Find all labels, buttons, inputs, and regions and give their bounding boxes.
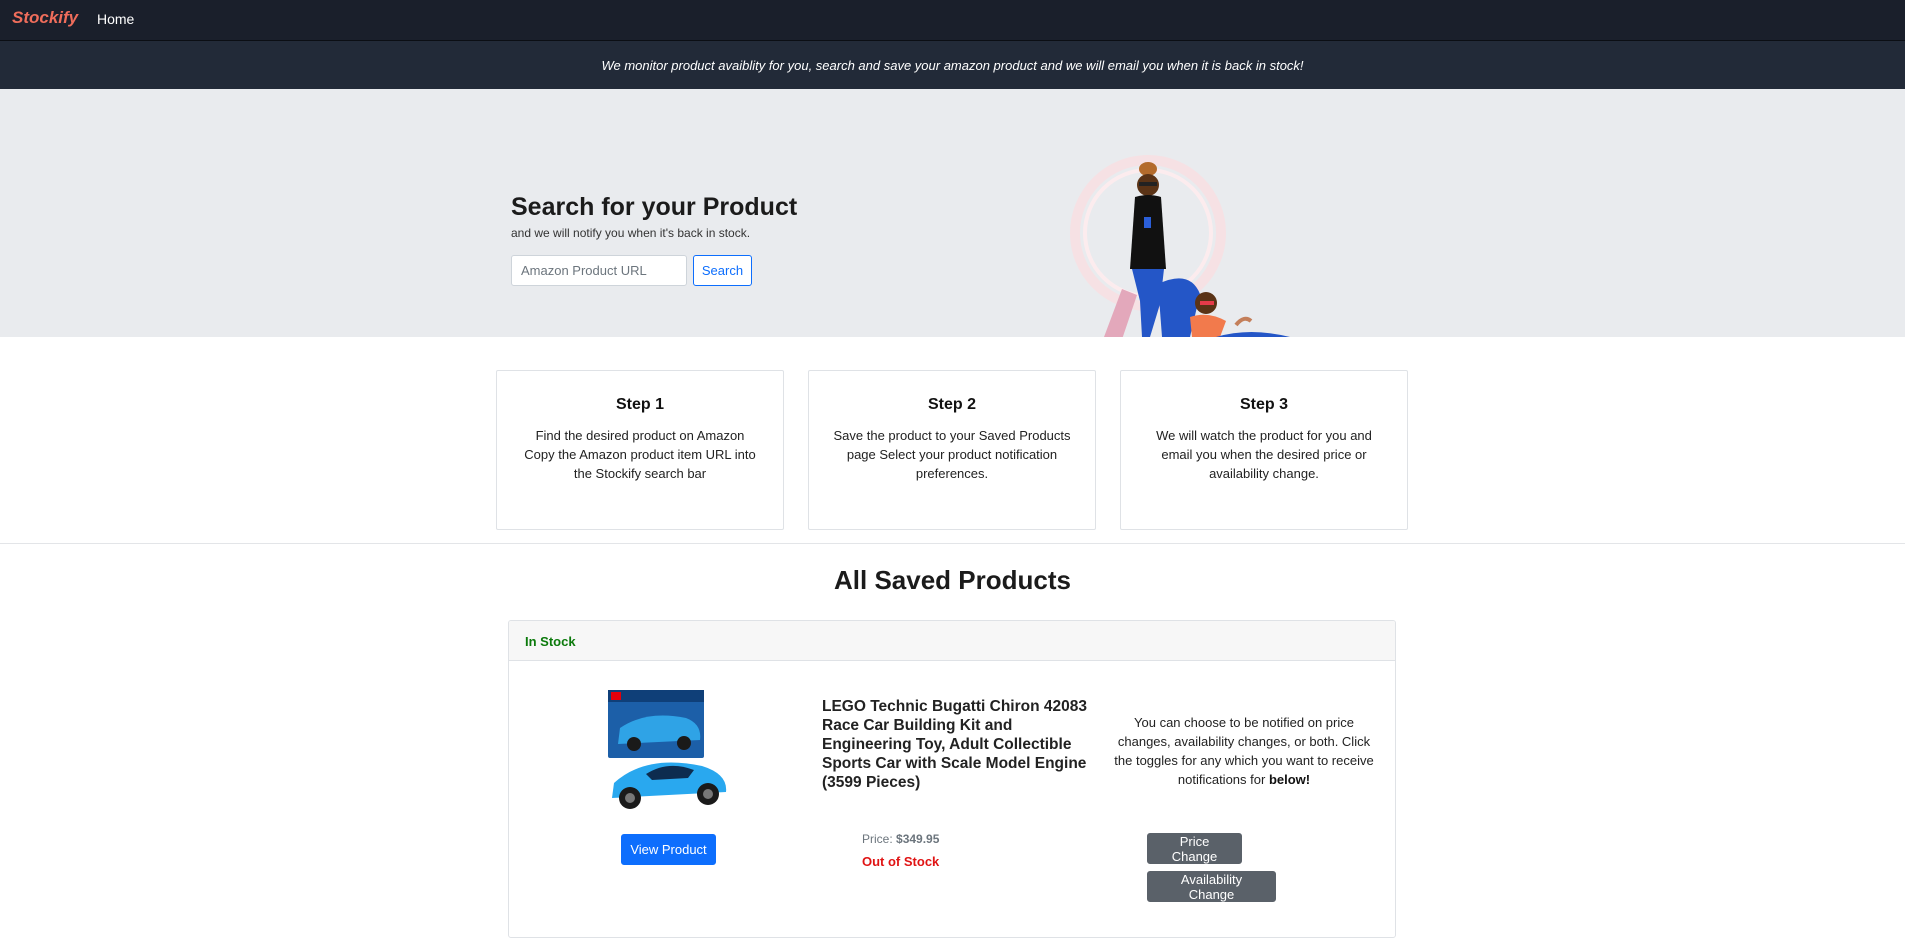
product-image[interactable] <box>606 688 732 813</box>
announcement-text: We monitor product avaiblity for you, se… <box>601 58 1304 73</box>
product-name: LEGO Technic Bugatti Chiron 42083 Race C… <box>822 698 1087 791</box>
search-button[interactable]: Search <box>693 255 752 286</box>
price-row: Price: $349.95 <box>862 832 939 846</box>
page-title: Search for your Product <box>511 193 798 221</box>
step-title: Step 3 <box>1239 396 1288 413</box>
step-card-1: Step 1 Find the desired product on Amazo… <box>496 370 784 530</box>
notification-text: You can choose to be notified on price c… <box>1114 715 1374 787</box>
announcement-bar: We monitor product avaiblity for you, se… <box>0 41 1905 89</box>
saved-products-title: All Saved Products <box>834 565 1071 595</box>
product-card-header: In Stock <box>509 621 1395 661</box>
price-change-toggle[interactable]: Price Change <box>1147 833 1242 864</box>
section-divider <box>0 543 1905 544</box>
step-title: Step 1 <box>615 396 664 413</box>
price-label: Price: <box>862 832 893 846</box>
availability-change-toggle[interactable]: Availability Change <box>1147 871 1276 902</box>
nav-home-link[interactable]: Home <box>97 11 134 27</box>
brand-logo[interactable]: Stockify <box>12 8 78 28</box>
step-description: Save the product to your Saved Products … <box>833 428 1071 481</box>
step-description: We will watch the product for you and em… <box>1156 428 1372 481</box>
notification-instructions: You can choose to be notified on price c… <box>1109 713 1379 789</box>
availability-status: Out of Stock <box>862 854 940 869</box>
step-card-3: Step 3 We will watch the product for you… <box>1120 370 1408 530</box>
step-description: Find the desired product on Amazon Copy … <box>524 428 756 481</box>
search-input[interactable] <box>511 255 687 286</box>
step-card-2: Step 2 Save the product to your Saved Pr… <box>808 370 1096 530</box>
price-value: $349.95 <box>896 832 940 846</box>
view-product-button[interactable]: View Product <box>621 834 716 865</box>
hero-section: Search for your Product and we will noti… <box>0 89 1905 337</box>
hero-subtitle: and we will notify you when it's back in… <box>511 226 751 240</box>
stock-status-badge: In Stock <box>525 634 576 649</box>
top-navbar: Stockify Home <box>0 0 1905 41</box>
step-title: Step 2 <box>927 396 976 413</box>
notification-emphasis: below! <box>1268 772 1311 787</box>
hero-illustration <box>1070 155 1290 337</box>
product-card: In Stock View Product LEGO Technic Bugat… <box>508 620 1396 938</box>
